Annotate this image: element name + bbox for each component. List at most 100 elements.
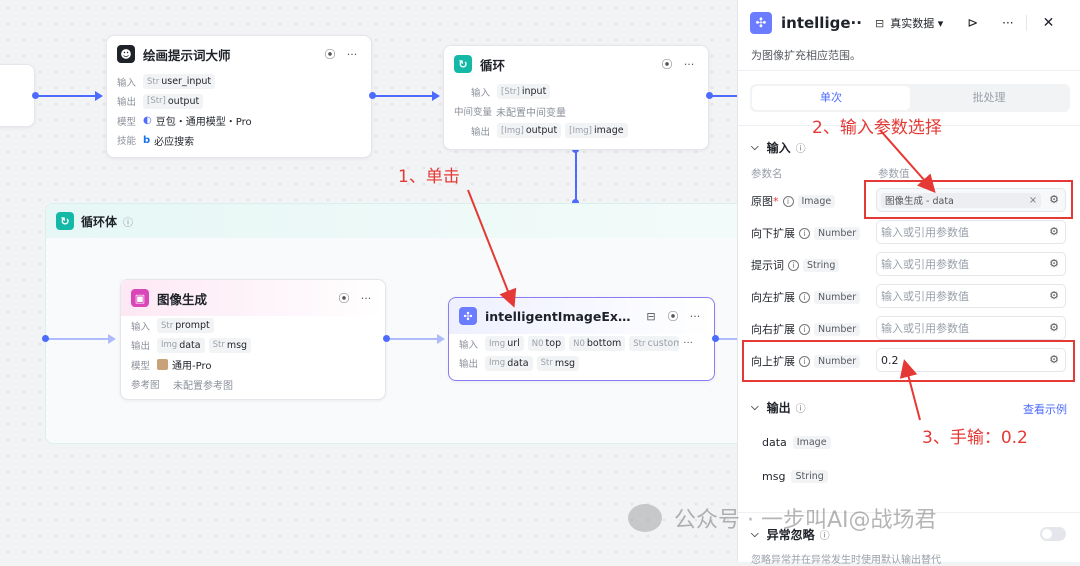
more-icon[interactable]: ···: [680, 58, 698, 71]
gear-icon[interactable]: ⚙: [1049, 321, 1059, 334]
row-model: 模型 ◐ 豆包・通用模型・Pro: [117, 115, 252, 129]
info-icon: i: [782, 195, 794, 207]
plugin-icon: ✣: [459, 307, 477, 325]
var-chip: N0 bottom: [569, 336, 626, 352]
param-prompt: 提示词 i String: [751, 257, 840, 273]
node-title: 循环: [480, 57, 506, 73]
store-icon: ⊟: [875, 16, 885, 30]
model-icon: [157, 359, 168, 371]
more-icon[interactable]: ···: [357, 292, 375, 305]
store-icon: ⊟: [646, 309, 656, 323]
var-chip: Str msg: [208, 337, 252, 353]
bottom-expand-field[interactable]: 输入或引用参数值 ⚙: [876, 220, 1066, 244]
node-title: 图像生成: [157, 291, 208, 307]
highlight-box-original: [864, 180, 1073, 219]
row-model: 模型 通用-Pro: [131, 359, 212, 373]
tab-single[interactable]: 单次: [752, 86, 910, 110]
var-chip: Img data: [485, 355, 533, 371]
exception-description: 忽略异常并在异常发生时使用默认输出替代: [751, 555, 941, 566]
param-left: 向左扩展 i Number: [751, 289, 861, 305]
input-section-header[interactable]: ⌵ 输入 ⓘ: [751, 139, 806, 156]
watermark: 公众号 · 一步叫AI@战场君: [628, 502, 937, 534]
info-icon: ⓘ: [123, 217, 134, 229]
edge-arrowhead: [95, 91, 103, 101]
port[interactable]: [369, 92, 376, 99]
var-chip: N0 top: [527, 336, 566, 352]
more-icon[interactable]: ···: [1002, 16, 1013, 30]
annotation-step3: 3、手输：0.2: [922, 428, 1028, 448]
gear-icon[interactable]: ⚙: [1049, 225, 1059, 238]
more-icon[interactable]: ···: [343, 48, 361, 61]
port[interactable]: [706, 92, 713, 99]
view-example-link[interactable]: 查看示例: [1023, 401, 1067, 417]
left-expand-field[interactable]: 输入或引用参数值 ⚙: [876, 284, 1066, 308]
param-right: 向右扩展 i Number: [751, 321, 861, 337]
panel-title[interactable]: intellige···: [781, 14, 863, 32]
info-icon: ⓘ: [795, 404, 806, 415]
image-icon: ▣: [131, 289, 149, 307]
more-icon[interactable]: ···: [683, 338, 693, 349]
var-chip: [Str] input: [497, 84, 551, 100]
expansion-node[interactable]: ✣ intelligentImageExpansion ⊟ ⦿ ··· 输入 I…: [448, 297, 715, 381]
info-icon: i: [799, 323, 810, 335]
loop-node[interactable]: ↻ 循环 ⦿ ··· 输入 [Str] input 中间变量 未配置中间变量 输出…: [443, 45, 709, 150]
info-icon: i: [799, 291, 810, 303]
output-data: data Image: [762, 436, 831, 449]
info-icon: i: [788, 259, 799, 271]
output-section-header[interactable]: ⌵ 输出 ⓘ: [751, 399, 806, 416]
var-chip: Img url: [485, 336, 524, 352]
node-title: intelligentImageExpansion: [485, 308, 638, 324]
tab-batch[interactable]: 批处理: [910, 86, 1068, 110]
more-icon[interactable]: ···: [686, 310, 704, 323]
right-expand-field[interactable]: 输入或引用参数值 ⚙: [876, 316, 1066, 340]
close-icon[interactable]: ✕: [1043, 15, 1055, 31]
run-icon[interactable]: ⦿: [321, 46, 339, 62]
var-chip: Str user_input: [143, 74, 216, 90]
row-reference: 参考图 未配置参考图: [131, 380, 233, 392]
prompt-field[interactable]: 输入或引用参数值 ⚙: [876, 252, 1066, 276]
mode-tabs: 单次 批处理: [750, 84, 1070, 112]
var-chip: [Img] image: [565, 123, 628, 139]
port[interactable]: [32, 92, 39, 99]
var-chip: Img data: [157, 337, 205, 353]
model-icon: ◐: [143, 115, 152, 127]
plugin-icon: ✣: [750, 12, 772, 34]
exception-toggle[interactable]: [1040, 527, 1066, 541]
row-skill: 技能 b 必应搜索: [117, 134, 195, 148]
var-chip: Str msg: [536, 355, 580, 371]
row-input: 输入 Str prompt: [121, 316, 385, 336]
col-name-header: 参数名: [751, 168, 783, 180]
annotation-step2: 2、输入参数选择: [812, 118, 942, 138]
start-node[interactable]: [0, 64, 35, 127]
port[interactable]: [42, 335, 49, 342]
gear-icon[interactable]: ⚙: [1049, 289, 1059, 302]
var-chip: Str prompt: [157, 318, 214, 334]
node-title: 绘画提示词大师: [143, 47, 231, 63]
row-intermediate: 中间变量 未配置中间变量: [454, 107, 566, 119]
wechat-icon: [628, 504, 662, 532]
run-icon[interactable]: ⦿: [335, 290, 353, 306]
edge-arrowhead: [432, 91, 440, 101]
gear-icon[interactable]: ⚙: [1049, 257, 1059, 270]
edge-prompt-to-loop: [374, 95, 436, 97]
data-mode-select[interactable]: 真实数据 ▾: [890, 15, 943, 31]
panel-description: 为图像扩充相应范围。: [751, 49, 861, 62]
image-gen-node[interactable]: ▣ 图像生成 ⦿ ··· 输入 Str prompt 输出 Img data Str…: [120, 279, 386, 400]
port[interactable]: [712, 335, 719, 342]
param-bottom: 向下扩展 i Number: [751, 225, 861, 241]
chevron-down-icon: ⌵: [751, 402, 759, 413]
run-icon[interactable]: ⊳: [967, 16, 978, 31]
row-input: 输入 Str user_input: [107, 72, 371, 92]
row-input: 输入 [Str] input: [444, 82, 708, 102]
row-output: 输出 Img data Str msg: [121, 336, 385, 356]
edge-loop-out: [710, 95, 737, 97]
port[interactable]: [383, 335, 390, 342]
annotation-step1: 1、单击: [398, 167, 460, 187]
row-output: 输出 [Str] output: [107, 92, 371, 112]
prompt-master-node[interactable]: ☻ 绘画提示词大师 ⦿ ··· 输入 Str user_input 输出 [Str…: [106, 35, 372, 158]
node-detail-panel: ✣ intellige··· ⊟ 真实数据 ▾ ⊳ ··· ✕ 为图像扩充相应范…: [737, 0, 1080, 566]
row-input: 输入 Imgurl N0top N0bottom Strcustom_pr ··…: [459, 336, 693, 352]
run-icon[interactable]: ⦿: [658, 56, 676, 72]
run-icon[interactable]: ⦿: [664, 308, 682, 324]
highlight-box-top-expand: [742, 340, 1075, 382]
